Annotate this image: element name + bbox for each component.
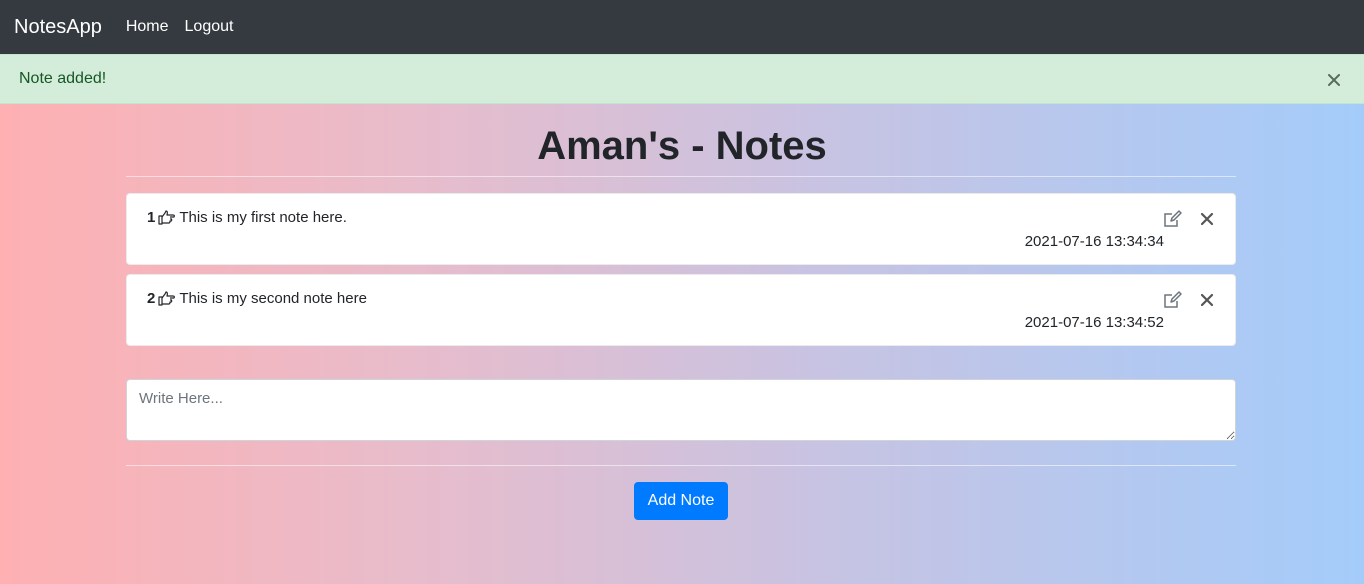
delete-icon[interactable]	[1200, 293, 1214, 307]
note-input[interactable]	[126, 379, 1236, 441]
form-divider	[126, 465, 1236, 466]
note-text: This is my first note here.	[179, 209, 347, 226]
note-timestamp: 2021-07-16 13:34:34	[1024, 233, 1164, 250]
alert-message: Note added!	[19, 70, 107, 87]
note-number: 1	[147, 209, 156, 226]
hand-point-right-icon	[158, 210, 176, 225]
note-text: This is my second note here	[179, 290, 367, 307]
note-number: 2	[147, 290, 156, 307]
nav-link-logout[interactable]: Logout	[185, 18, 234, 36]
success-alert: Note added!	[0, 54, 1364, 104]
note-card: 1 This is my first note here. 2021-07-16…	[126, 193, 1236, 265]
close-icon[interactable]	[1326, 68, 1342, 92]
title-divider	[126, 176, 1236, 177]
edit-icon[interactable]	[1163, 209, 1183, 229]
note-timestamp: 2021-07-16 13:34:52	[1024, 314, 1164, 331]
page-title: Aman's - Notes	[537, 124, 827, 168]
delete-icon[interactable]	[1200, 212, 1214, 226]
nav-link-home[interactable]: Home	[126, 18, 169, 36]
hand-point-right-icon	[158, 291, 176, 306]
edit-icon[interactable]	[1163, 290, 1183, 310]
brand-link[interactable]: NotesApp	[14, 16, 102, 39]
top-navbar: NotesApp Home Logout	[0, 0, 1364, 54]
add-note-button[interactable]: Add Note	[634, 482, 728, 520]
note-card: 2 This is my second note here 2021-07-16…	[126, 274, 1236, 346]
